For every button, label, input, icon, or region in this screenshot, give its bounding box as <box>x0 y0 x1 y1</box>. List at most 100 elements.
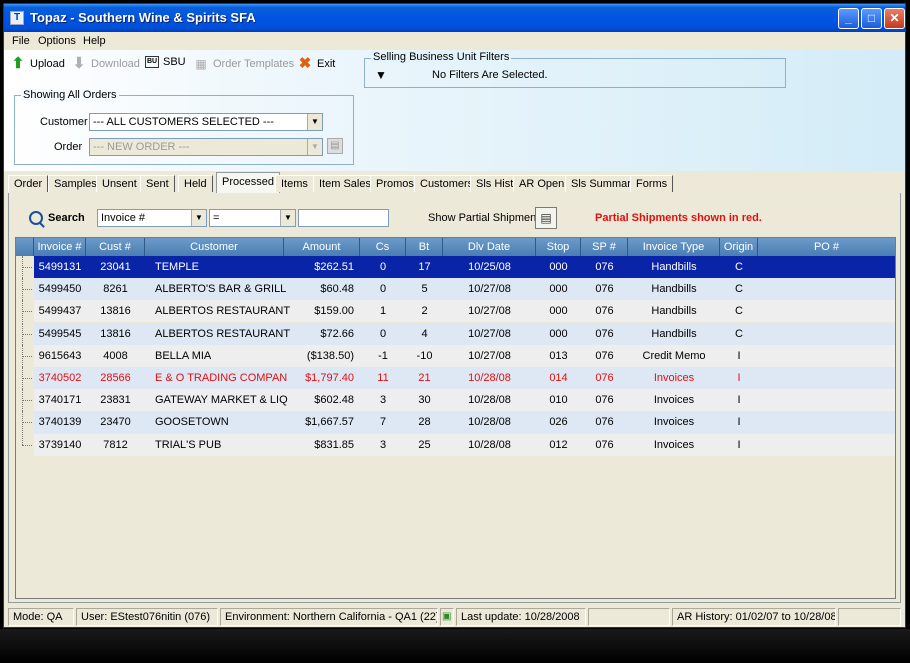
cell-po <box>758 367 895 389</box>
cell-amount: ($138.50) <box>306 349 354 362</box>
tab-promos[interactable]: Promos <box>370 175 420 192</box>
tab-sent[interactable]: Sent <box>140 175 175 192</box>
minimize-button[interactable]: _ <box>838 8 859 29</box>
order-templates-button[interactable]: ▦ Order Templates <box>193 56 294 72</box>
partial-shipments-icon[interactable]: ▤ <box>535 207 557 229</box>
exit-button[interactable]: ✖ Exit <box>297 55 336 72</box>
cell-cust: 7812 <box>103 438 128 451</box>
column-header-amount[interactable]: Amount <box>284 238 360 256</box>
cell-cust: 23831 <box>100 394 131 407</box>
cell-origin: I <box>737 394 741 407</box>
grid-header: Invoice # Cust # Customer Amount Cs Bt D… <box>16 238 895 256</box>
cell-invoice-type: Handbills <box>651 283 697 296</box>
tab-held[interactable]: Held <box>178 175 213 192</box>
cell-po <box>758 323 895 345</box>
column-header-cust[interactable]: Cust # <box>86 238 145 256</box>
cell-invoice-type: Invoices <box>653 438 695 451</box>
table-row[interactable]: 5499450 8261 ALBERTO'S BAR & GRILL $60.48 0 5… <box>34 278 895 301</box>
chevron-down-icon[interactable]: ▼ <box>280 210 295 226</box>
column-header-invoice-type[interactable]: Invoice Type <box>628 238 720 256</box>
chevron-down-icon[interactable]: ▼ <box>191 210 206 226</box>
app-window: T Topaz - Southern Wine & Spirits SFA _ … <box>3 3 906 628</box>
table-row[interactable]: 5499437 13816 ALBERTOS RESTAURANT $159.00 1 2… <box>34 300 895 323</box>
download-button[interactable]: ⬇ Download <box>71 56 140 72</box>
cell-cs: 0 <box>379 283 387 296</box>
tab-order[interactable]: Order <box>8 175 49 192</box>
cell-sp: 076 <box>595 305 614 318</box>
cell-invoice-type: Invoices <box>653 416 695 429</box>
table-row[interactable]: 3740171 23831 GATEWAY MARKET & LIQ $602.48 3… <box>34 389 895 412</box>
cell-stop: 014 <box>549 372 568 384</box>
customer-select[interactable]: --- ALL CUSTOMERS SELECTED --- ▼ <box>89 113 323 131</box>
column-header-bt[interactable]: Bt <box>406 238 443 256</box>
column-header-po[interactable]: PO # <box>758 238 895 256</box>
column-header-origin[interactable]: Origin <box>720 238 758 256</box>
cell-sp: 076 <box>595 416 614 429</box>
cell-sp: 076 <box>595 349 614 362</box>
cell-invoice: 5499450 <box>38 283 82 296</box>
cell-bt: -10 <box>416 349 433 362</box>
upload-button[interactable]: ⬆ Upload <box>10 56 65 72</box>
cell-bt: 30 <box>418 394 431 407</box>
column-header-dlv-date[interactable]: Dlv Date <box>443 238 536 256</box>
menu-file[interactable]: File <box>12 35 30 47</box>
tree-branch <box>22 311 32 313</box>
cell-bt: 28 <box>418 416 431 429</box>
maximize-button[interactable]: □ <box>861 8 882 29</box>
tree-branch <box>22 355 32 357</box>
chevron-down-icon[interactable]: ▼ <box>307 114 322 130</box>
table-row[interactable]: 3740502 28566 E & O TRADING COMPAN $1,797.4… <box>34 367 895 389</box>
column-header-stop[interactable]: Stop <box>536 238 581 256</box>
order-select[interactable]: --- NEW ORDER --- ▼ <box>89 138 323 156</box>
cell-dlv-date: 10/28/08 <box>468 416 511 429</box>
tab-samples[interactable]: Samples <box>48 175 103 192</box>
table-row[interactable]: 3739140 7812 TRIAL'S PUB $831.85 3 25 10/28/08… <box>34 433 895 456</box>
menu-options[interactable]: Options <box>38 35 76 47</box>
table-row[interactable]: 9615643 4008 BELLA MIA ($138.50) -1 -10 10/27/… <box>34 344 895 367</box>
order-label: Order <box>54 141 83 153</box>
close-button[interactable]: ✕ <box>884 8 905 29</box>
table-row[interactable]: 5499131 23041 TEMPLE $262.51 0 17 10/25/08 000 0… <box>34 256 895 278</box>
cell-dlv-date: 10/27/08 <box>468 349 511 362</box>
exit-x-icon: ✖ <box>298 55 312 72</box>
tree-branch <box>22 289 32 291</box>
cell-invoice: 3739140 <box>38 438 82 451</box>
cell-customer: E & O TRADING COMPAN <box>155 372 288 384</box>
cell-po <box>758 434 895 456</box>
column-header-invoice[interactable]: Invoice # <box>34 238 86 256</box>
cell-dlv-date: 10/25/08 <box>468 261 511 273</box>
order-lookup-icon[interactable]: ▤ <box>327 138 343 154</box>
cell-customer: GOOSETOWN <box>155 416 229 429</box>
search-operator-select[interactable]: = ▼ <box>209 209 296 227</box>
table-row[interactable]: 5499545 13816 ALBERTOS RESTAURANT $72.66 0 4 1… <box>34 322 895 345</box>
search-field-select[interactable]: Invoice # ▼ <box>97 209 207 227</box>
tab-sls-hist[interactable]: Sls Hist <box>470 175 520 192</box>
sbu-button[interactable]: BU SBU <box>145 56 186 68</box>
title-bar[interactable]: T Topaz - Southern Wine & Spirits SFA _ … <box>4 4 905 32</box>
column-header-customer[interactable]: Customer <box>145 238 284 256</box>
tree-branch <box>22 333 32 335</box>
menu-help[interactable]: Help <box>83 35 106 47</box>
cell-invoice: 9615643 <box>38 349 82 362</box>
tab-item-sales[interactable]: Item Sales <box>313 175 377 192</box>
cell-invoice-type: Handbills <box>651 305 697 318</box>
tab-processed[interactable]: Processed <box>216 172 280 193</box>
tab-bar: Order Samples Unsent Sent Held Processed… <box>4 171 905 193</box>
tab-ar-open[interactable]: AR Open <box>513 175 571 192</box>
tab-unsent[interactable]: Unsent <box>96 175 143 192</box>
cell-sp: 076 <box>595 283 614 296</box>
exit-label: Exit <box>317 58 336 70</box>
tab-items[interactable]: Items <box>275 175 314 192</box>
column-header-sp[interactable]: SP # <box>581 238 628 256</box>
column-header-cs[interactable]: Cs <box>360 238 406 256</box>
sbu-filters-title: Selling Business Unit Filters <box>371 51 512 63</box>
table-row[interactable]: 3740139 23470 GOOSETOWN $1,667.57 7 28 10/28/0… <box>34 411 895 434</box>
tab-forms[interactable]: Forms <box>630 175 674 192</box>
cell-invoice-type: Handbills <box>651 327 697 340</box>
cell-bt: 4 <box>421 327 428 340</box>
chevron-down-icon[interactable]: ▼ <box>307 139 322 155</box>
cell-amount: $1,667.57 <box>305 416 354 429</box>
showing-orders-group: Showing All Orders Customer --- ALL CUST… <box>14 89 354 165</box>
search-input[interactable] <box>298 209 389 227</box>
partial-shipments-note: Partial Shipments shown in red. <box>595 212 762 224</box>
